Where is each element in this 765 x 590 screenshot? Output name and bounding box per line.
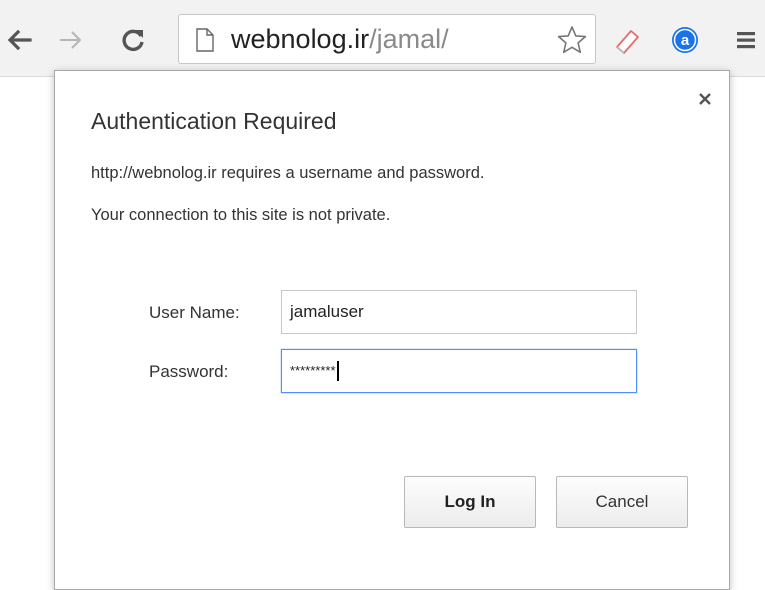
password-input[interactable]: *********	[281, 349, 637, 393]
close-button[interactable]	[695, 89, 715, 109]
password-value: *********	[290, 361, 339, 382]
back-button[interactable]	[2, 20, 36, 60]
browser-toolbar: webnolog.ir/jamal/ a	[0, 0, 765, 77]
eraser-extension-button[interactable]	[608, 20, 646, 60]
url-path: /jamal/	[369, 24, 449, 54]
url-text[interactable]: webnolog.ir/jamal/	[231, 24, 449, 54]
back-arrow-icon	[7, 29, 32, 51]
url-host: webnolog.ir	[231, 24, 370, 54]
dialog-title: Authentication Required	[91, 108, 337, 134]
password-label: Password:	[149, 362, 229, 381]
username-input[interactable]: jamaluser	[281, 290, 637, 334]
text-caret	[336, 361, 339, 381]
address-bar[interactable]: webnolog.ir/jamal/	[178, 14, 596, 64]
close-icon	[699, 93, 711, 105]
page-icon	[196, 28, 214, 52]
login-button[interactable]: Log In	[404, 476, 536, 528]
hamburger-menu-icon	[737, 32, 755, 49]
privacy-warning: Your connection to this site is not priv…	[91, 206, 391, 224]
a-circle-icon: a	[672, 27, 698, 53]
browser-menu-button[interactable]	[727, 20, 765, 60]
svg-text:a: a	[681, 32, 690, 49]
auth-dialog: Authentication Required http://webnolog.…	[54, 70, 730, 590]
cancel-button[interactable]: Cancel	[556, 476, 688, 528]
username-label: User Name:	[149, 303, 240, 322]
reload-button[interactable]	[116, 20, 150, 60]
password-mask: *********	[290, 363, 336, 378]
forward-button[interactable]	[54, 20, 88, 60]
a-extension-button[interactable]: a	[666, 20, 704, 60]
auth-message: http://webnolog.ir requires a username a…	[91, 164, 485, 182]
forward-arrow-icon	[60, 31, 82, 49]
eraser-icon	[616, 30, 639, 54]
reload-icon	[122, 29, 144, 52]
star-icon[interactable]	[557, 25, 587, 55]
username-value: jamaluser	[290, 302, 364, 321]
